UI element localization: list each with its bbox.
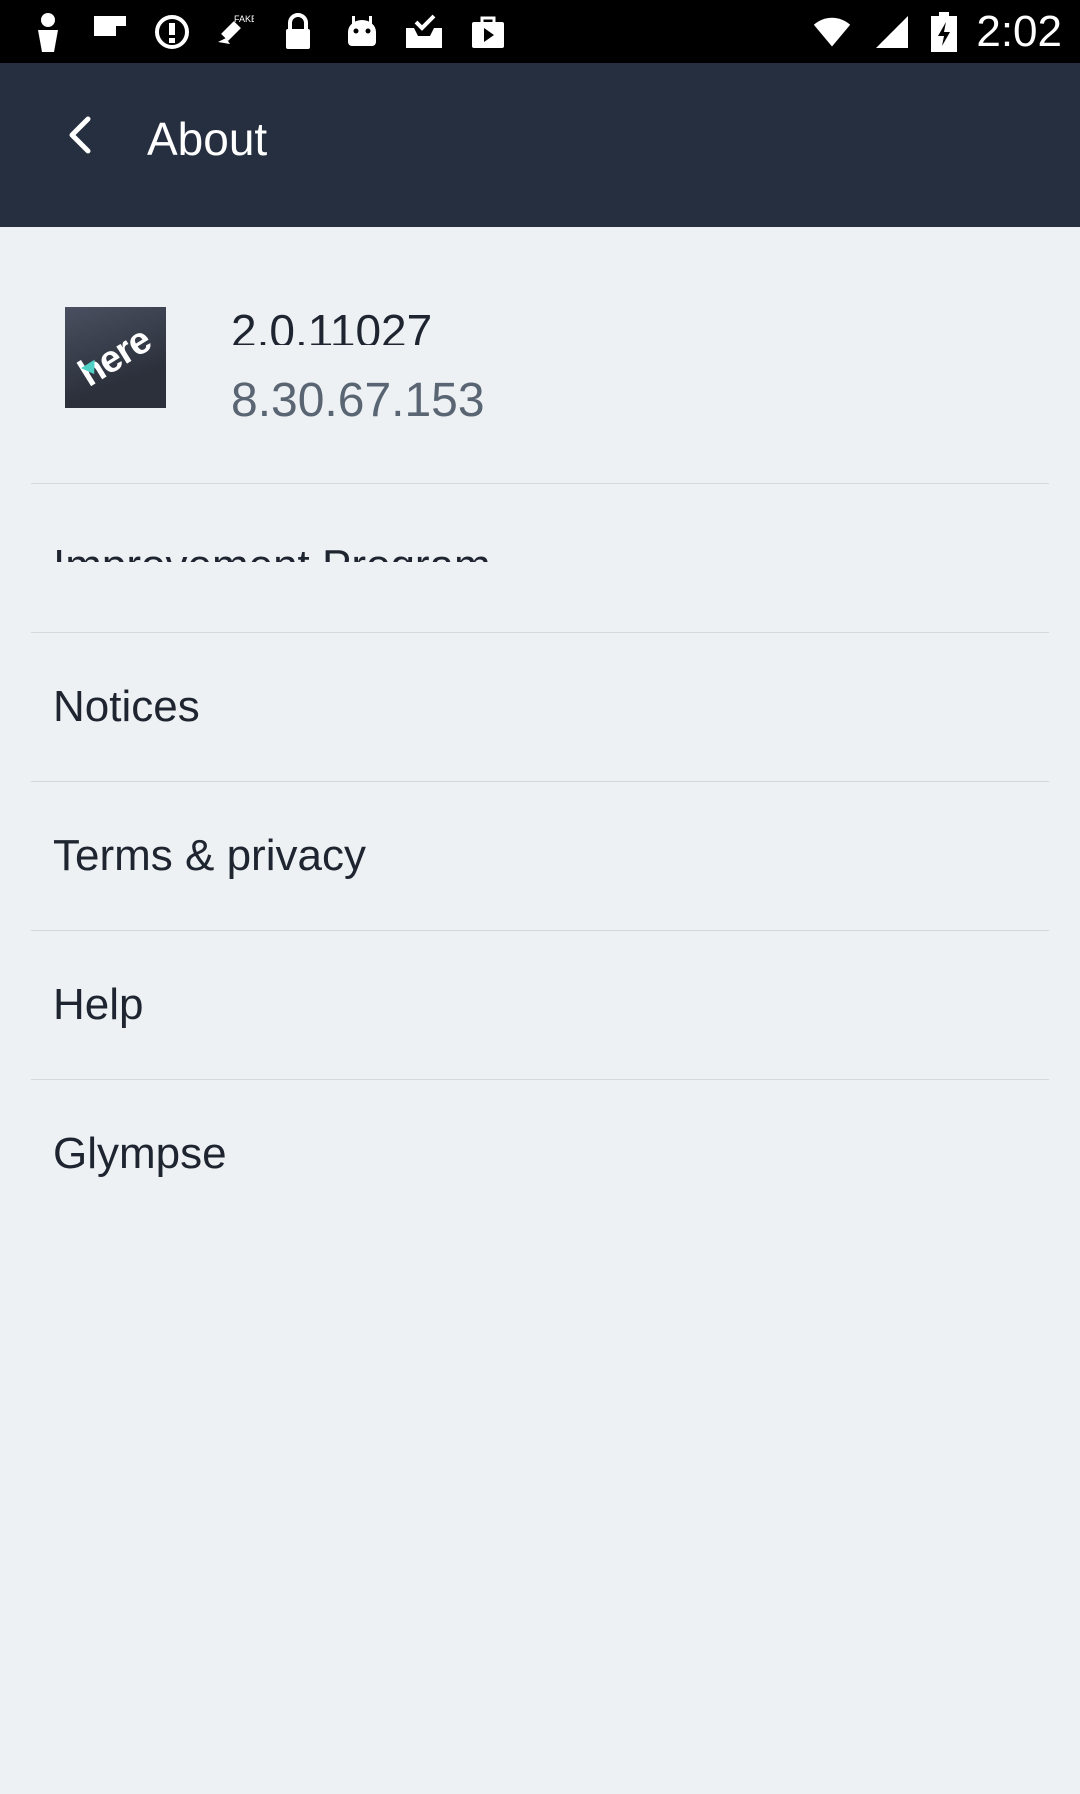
page-title: About xyxy=(147,113,268,165)
app-info: here 2.0.11027 8.30.67.153 xyxy=(0,227,1080,484)
menu-item-help[interactable]: Help xyxy=(31,930,1049,1079)
back-button[interactable] xyxy=(48,105,112,169)
version-primary: 2.0.11027 xyxy=(231,305,433,345)
fake-gps-icon: FAKE xyxy=(214,12,254,52)
menu-item-notices[interactable]: Notices xyxy=(31,632,1049,781)
flipboard-icon xyxy=(90,12,130,52)
lock-icon xyxy=(278,12,318,52)
android-icon xyxy=(342,12,382,52)
menu-item-label: Notices xyxy=(53,682,200,731)
wifi-icon xyxy=(812,12,852,52)
person-icon xyxy=(28,12,68,52)
menu-item-label: Glympse xyxy=(53,1129,227,1178)
svg-text:FAKE: FAKE xyxy=(234,14,254,24)
menu-item-label: Improvement Program xyxy=(53,536,491,562)
status-time: 2:02 xyxy=(976,7,1062,56)
app-bar: About xyxy=(0,63,1080,227)
here-logo: here xyxy=(65,307,166,408)
logo-text: here xyxy=(71,319,159,396)
signal-icon xyxy=(872,12,912,52)
menu-item-glympse[interactable]: Glympse xyxy=(31,1079,1049,1228)
inbox-check-icon xyxy=(404,12,444,52)
menu-item-label: Terms & privacy xyxy=(53,831,366,880)
status-bar: FAKE 2:02 xyxy=(0,0,1080,63)
version-secondary: 8.30.67.153 xyxy=(231,374,485,427)
battery-charging-icon xyxy=(924,12,964,52)
chevron-left-icon xyxy=(66,115,94,160)
play-bag-icon xyxy=(468,12,508,52)
menu-list: Improvement Program Notices Terms & priv… xyxy=(0,483,1080,1228)
menu-item-improvement-program[interactable]: Improvement Program xyxy=(31,483,1049,632)
menu-item-terms-privacy[interactable]: Terms & privacy xyxy=(31,781,1049,930)
circle-i-icon xyxy=(152,12,192,52)
menu-item-label: Help xyxy=(53,980,144,1029)
